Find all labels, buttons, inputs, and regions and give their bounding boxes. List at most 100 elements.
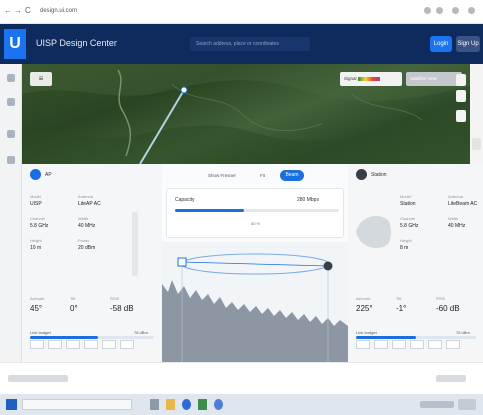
legend-label: Signal — [344, 76, 357, 81]
band-option[interactable] — [120, 340, 134, 349]
station-field-value[interactable]: 40 MHz — [448, 223, 465, 229]
station-stat-value[interactable]: 225° — [356, 304, 373, 314]
ap-endpoint-icon[interactable] — [177, 257, 187, 267]
ap-status-dot — [30, 169, 41, 180]
collapse-button[interactable] — [472, 138, 481, 150]
zoom-in-button[interactable] — [456, 74, 466, 86]
browser-menu-icon[interactable] — [468, 7, 475, 14]
ap-field-value[interactable]: LiteAP AC — [78, 201, 101, 207]
station-card-header: Station — [348, 164, 483, 186]
band-option[interactable] — [428, 340, 442, 349]
app-logo[interactable]: U — [4, 29, 26, 59]
layers-icon[interactable] — [7, 74, 15, 82]
system-tray[interactable] — [420, 401, 454, 408]
ap-stat-value[interactable]: 45° — [30, 304, 42, 314]
band-option[interactable] — [66, 340, 80, 349]
link-profile-area: Show Fresnel Fit Beam Capacity 280 Mbps … — [162, 164, 348, 362]
station-field-label: Width — [448, 216, 459, 221]
band-option[interactable] — [374, 340, 388, 349]
ap-field-value[interactable]: 5.8 GHz — [30, 223, 48, 229]
forward-icon[interactable]: → — [14, 6, 22, 16]
station-field-label: Channel — [400, 216, 415, 221]
os-taskbar — [0, 394, 483, 415]
fresnel-toggle[interactable]: Show Fresnel — [208, 173, 236, 179]
station-field-value[interactable]: 5.8 GHz — [400, 223, 418, 229]
band-option[interactable] — [48, 340, 62, 349]
download-item[interactable] — [8, 375, 68, 382]
browser-download-bar — [0, 362, 483, 394]
extension-icon[interactable] — [424, 7, 431, 14]
station-status-dot — [356, 169, 367, 180]
station-stat-label: Azimuth — [356, 296, 371, 301]
signal-legend: Signal — [340, 72, 402, 86]
ap-bar-value: 78 dBm — [134, 330, 148, 335]
capacity-label: Capacity — [175, 197, 195, 203]
ap-card-header: AP — [22, 164, 162, 186]
compass-button[interactable] — [456, 110, 466, 122]
device-icon[interactable] — [7, 130, 15, 138]
station-device-card: Station Model Station Antenna LiteBeam AC Ch… — [348, 164, 483, 362]
station-endpoint-icon[interactable] — [323, 261, 333, 271]
band-option[interactable] — [446, 340, 460, 349]
share-icon[interactable] — [7, 98, 15, 106]
satellite-map[interactable]: ≡ Signal Satellite View — [22, 64, 470, 164]
fit-toggle[interactable]: Fit — [260, 173, 265, 179]
map-pin-ap[interactable] — [180, 86, 188, 94]
login-button[interactable]: Login — [430, 36, 452, 52]
show-all-button[interactable] — [436, 375, 466, 382]
address-bar[interactable]: design.ui.com — [40, 7, 77, 15]
ap-field-value[interactable]: 10 m — [30, 245, 41, 251]
station-stat-value[interactable]: -1° — [396, 304, 406, 314]
ap-stat-value[interactable]: 0° — [70, 304, 78, 314]
station-field-value[interactable]: Station — [400, 201, 416, 207]
band-option[interactable] — [102, 340, 116, 349]
ap-field-label: Width — [78, 216, 89, 221]
ap-field-value[interactable]: UISP — [30, 201, 42, 207]
profile-icon[interactable] — [452, 7, 459, 14]
ap-band-selector — [30, 340, 154, 350]
ap-field-value[interactable]: 40 MHz — [78, 223, 95, 229]
band-option[interactable] — [410, 340, 424, 349]
clock[interactable] — [458, 399, 476, 410]
station-field-value[interactable]: 8 m — [400, 245, 408, 251]
band-option[interactable] — [30, 340, 44, 349]
band-option[interactable] — [84, 340, 98, 349]
ap-field-value[interactable]: 20 dBm — [78, 245, 95, 251]
capacity-value: 280 Mbps — [297, 197, 319, 203]
left-toolbar — [0, 64, 22, 362]
bookmark-icon[interactable] — [436, 7, 443, 14]
map-side-panel — [470, 64, 483, 164]
ap-field-label: Height — [30, 238, 42, 243]
beam-toggle-button[interactable]: Beam — [280, 170, 304, 181]
band-option[interactable] — [356, 340, 370, 349]
station-antenna-pattern — [356, 216, 391, 248]
back-icon[interactable]: ← — [4, 6, 12, 16]
ap-field-label: Channel — [30, 216, 45, 221]
taskbar-search[interactable] — [22, 399, 132, 410]
station-link-bar — [356, 336, 476, 339]
edge-icon[interactable] — [182, 399, 191, 410]
map-mode-button[interactable]: Satellite View — [406, 72, 462, 86]
settings-icon[interactable] — [7, 156, 15, 164]
task-view-icon[interactable] — [150, 399, 159, 410]
ap-stat-value[interactable]: -58 dB — [110, 304, 134, 314]
start-icon[interactable] — [6, 399, 17, 410]
zoom-out-button[interactable] — [456, 90, 466, 102]
ap-device-card: AP Model UISP Antenna LiteAP AC Channel 5.8 G… — [22, 164, 162, 362]
elevation-profile-chart[interactable] — [162, 242, 348, 362]
ap-height-slider[interactable] — [132, 212, 138, 276]
station-field-value[interactable]: LiteBeam AC — [448, 201, 477, 207]
station-field-label: Model — [400, 194, 411, 199]
signup-button[interactable]: Sign Up — [456, 36, 480, 52]
reload-icon[interactable]: C — [25, 6, 31, 16]
search-input[interactable]: Search address, place or coordinates — [190, 37, 310, 51]
app-header: U UISP Design Center Search address, pla… — [0, 24, 483, 64]
store-icon[interactable] — [198, 399, 207, 410]
ap-field-label: Antenna — [78, 194, 93, 199]
station-stat-value[interactable]: -60 dB — [436, 304, 460, 314]
file-explorer-icon[interactable] — [166, 399, 175, 410]
station-stat-label: RSSI — [436, 296, 446, 301]
map-menu-icon[interactable]: ≡ — [30, 72, 52, 86]
band-option[interactable] — [392, 340, 406, 349]
chrome-icon[interactable] — [214, 399, 223, 410]
